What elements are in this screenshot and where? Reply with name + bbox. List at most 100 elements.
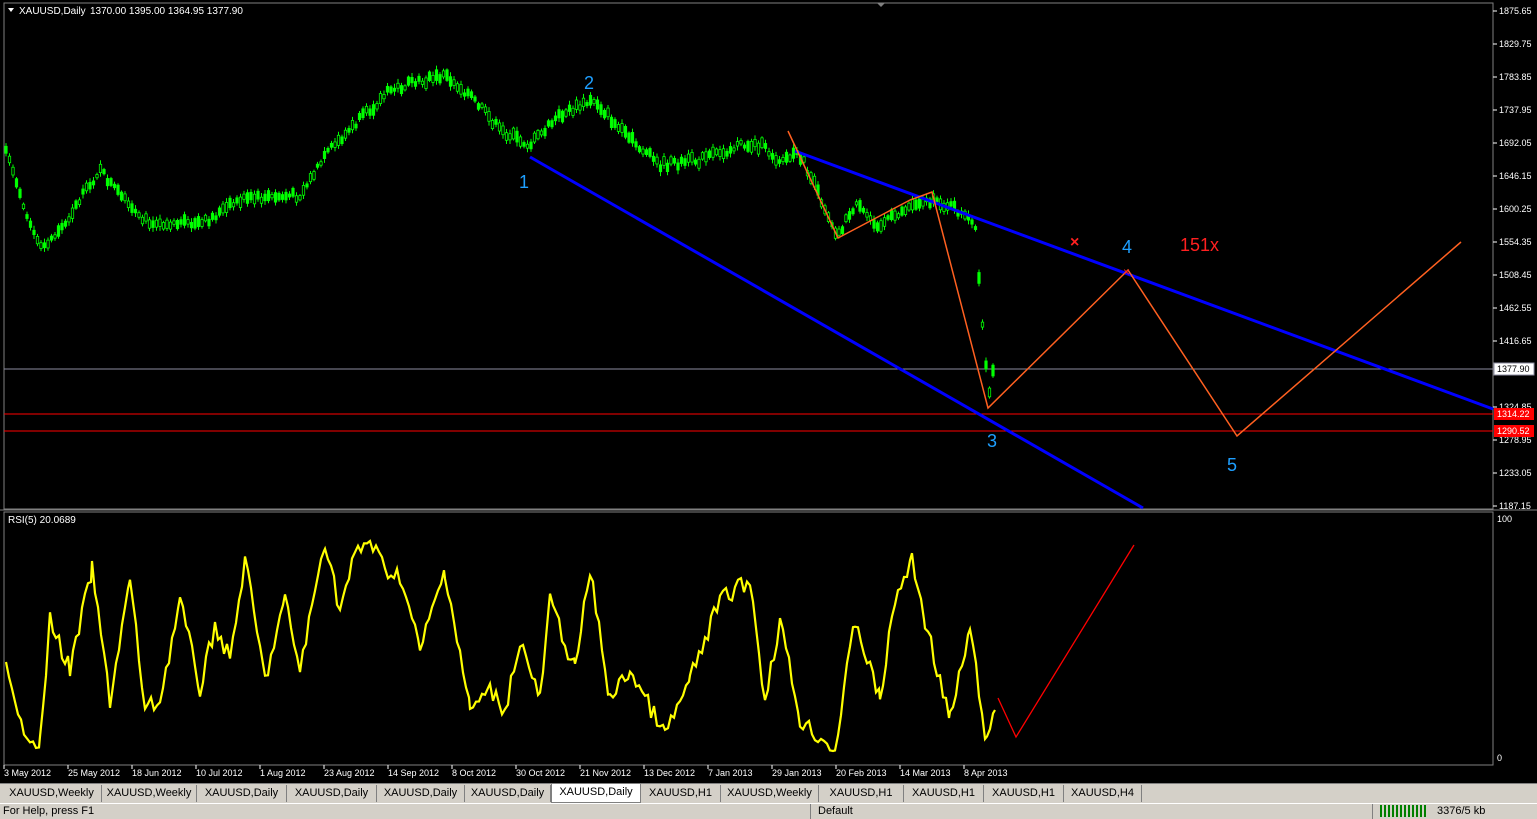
candle-body: [161, 222, 166, 230]
candle-body: [756, 142, 761, 155]
candle-body: [354, 123, 358, 129]
candle-body: [105, 178, 110, 187]
candle-body: [179, 219, 183, 225]
candle-body: [700, 152, 705, 160]
chart-tab[interactable]: XAUUSD,H1: [819, 785, 904, 802]
candle-body: [914, 199, 918, 210]
candle-body: [525, 143, 530, 149]
candle-body: [487, 111, 491, 122]
candle-body: [392, 87, 397, 92]
candle-body: [231, 202, 236, 208]
candle-body: [875, 222, 880, 232]
candle-body: [847, 211, 852, 220]
candle-body: [553, 115, 558, 122]
candle-body: [490, 120, 495, 129]
chart-tab[interactable]: XAUUSD,Weekly: [102, 785, 197, 802]
candle-body: [984, 360, 988, 370]
candle-body: [532, 132, 537, 143]
candle-body: [84, 182, 89, 192]
candle-body: [74, 200, 78, 209]
ohlc-values: 1370.00 1395.00 1364.95 1377.90: [90, 6, 243, 17]
candle-body: [7, 155, 12, 164]
candle-body: [427, 71, 432, 81]
candle-body: [207, 218, 211, 227]
chart-tab[interactable]: XAUUSD,Weekly: [721, 785, 819, 802]
candle-body: [588, 94, 593, 106]
price-tick-label: 1737.95: [1499, 105, 1532, 115]
candle-body: [728, 146, 733, 154]
candle-body: [319, 161, 323, 166]
candle-body: [760, 137, 764, 149]
time-tick-label: 21 Nov 2012: [580, 768, 631, 778]
candle-body: [574, 99, 579, 110]
wave-label-2: 2: [584, 73, 594, 93]
candle-body: [669, 156, 673, 165]
chart-tabs: XAUUSD,Weekly XAUUSD,Weekly XAUUSD,Daily XA…: [0, 783, 1537, 804]
chart-tab[interactable]: XAUUSD,Weekly: [2, 785, 102, 802]
chart-tab[interactable]: XAUUSD,Daily: [287, 785, 377, 802]
candle-body: [735, 141, 740, 147]
help-text: For Help, press F1: [3, 805, 95, 817]
chart-tab[interactable]: XAUUSD,Daily: [377, 785, 465, 802]
candle-body: [123, 193, 127, 202]
candle-body: [263, 193, 267, 202]
candle-body: [200, 219, 204, 227]
candle-body: [147, 219, 152, 229]
candle-body: [210, 212, 215, 220]
candle-body: [21, 203, 26, 209]
candle-body: [431, 75, 435, 83]
candle-body: [970, 219, 974, 225]
candle-body: [655, 156, 659, 165]
chart-tab[interactable]: XAUUSD,H1: [984, 785, 1064, 802]
candle-body: [35, 235, 40, 245]
candle-body: [301, 185, 306, 196]
candle-body: [907, 202, 911, 211]
candle-body: [217, 207, 222, 216]
rsi-axis-bottom: 0: [1497, 753, 1502, 763]
profile-name: Default: [818, 805, 853, 817]
candle-body: [4, 145, 8, 154]
candle-body: [802, 156, 806, 163]
candle-body: [882, 217, 887, 227]
candle-body: [858, 200, 862, 212]
candle-body: [935, 197, 939, 203]
candle-body: [459, 84, 463, 95]
candle-body: [56, 225, 61, 237]
candle-body: [126, 200, 131, 209]
candle-body: [781, 157, 785, 163]
candle-body: [854, 201, 859, 206]
candle-body: [112, 183, 117, 189]
price-panel[interactable]: [3, 2, 1494, 510]
chart-tab[interactable]: XAUUSD,H4: [1064, 785, 1142, 802]
candle-body: [270, 194, 274, 199]
candle-body: [424, 77, 428, 89]
candle-body: [473, 96, 477, 102]
wave-label-1: 1: [519, 172, 529, 192]
candle-body: [119, 191, 124, 201]
candle-body: [294, 195, 299, 203]
candle-body: [504, 132, 509, 141]
candle-body: [578, 104, 582, 111]
chart-tab[interactable]: XAUUSD,Daily: [465, 785, 551, 802]
chart-canvas[interactable]: XAUUSD,Daily 1370.00 1395.00 1364.95 137…: [0, 0, 1537, 783]
chart-tab[interactable]: XAUUSD,H1: [904, 785, 984, 802]
chart-tab[interactable]: XAUUSD,Daily: [197, 785, 287, 802]
candle-body: [280, 194, 285, 200]
candle-body: [581, 97, 586, 108]
candle-body: [88, 181, 92, 190]
rsi-panel[interactable]: [3, 511, 1494, 766]
candle-body: [739, 140, 743, 145]
candle-body: [571, 107, 575, 116]
chart-tab[interactable]: XAUUSD,Daily: [551, 784, 641, 803]
wave-label-5: 5: [1227, 455, 1237, 475]
candle-body: [973, 226, 978, 230]
candle-body: [312, 171, 316, 180]
candle-body: [315, 163, 320, 168]
time-tick-label: 14 Mar 2013: [900, 768, 951, 778]
chart-tab[interactable]: XAUUSD,H1: [641, 785, 721, 802]
candle-body: [672, 157, 677, 164]
candle-body: [585, 102, 589, 107]
candle-body: [189, 221, 194, 229]
candle-body: [872, 219, 876, 229]
candle-body: [770, 153, 775, 160]
